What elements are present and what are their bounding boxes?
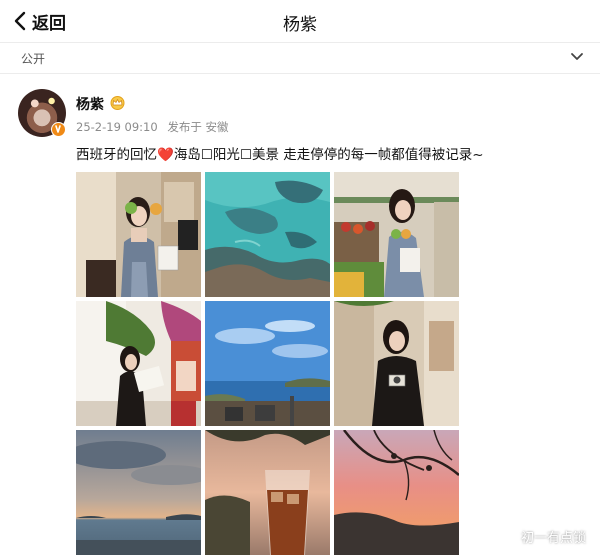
woman-with-camera-photo[interactable] bbox=[334, 301, 459, 426]
divider bbox=[0, 73, 600, 74]
caption-text: 西班牙的回忆 bbox=[76, 147, 157, 163]
post-timestamp: 25-2-19 09:10 bbox=[76, 120, 158, 134]
woman-holding-fruit-photo[interactable] bbox=[76, 172, 201, 297]
crown-icon bbox=[110, 96, 125, 110]
photo-grid bbox=[76, 172, 459, 555]
chevron-down-icon[interactable] bbox=[570, 52, 584, 62]
coastline-blue-sky-photo[interactable] bbox=[205, 301, 330, 426]
turquoise-sea-rocks-photo[interactable] bbox=[205, 172, 330, 297]
post-meta: 25-2-19 09:10 发布于 安徽 bbox=[76, 119, 229, 135]
iced-drink-photo[interactable] bbox=[205, 430, 330, 555]
top-navigation-bar: 返回 杨紫 bbox=[0, 0, 600, 42]
page-title: 杨紫 bbox=[283, 15, 317, 35]
heart-emoji: ❤️ bbox=[157, 147, 174, 163]
woman-reading-menu-photo[interactable] bbox=[76, 301, 201, 426]
visibility-label: 公开 bbox=[21, 52, 46, 66]
verified-badge-icon bbox=[51, 122, 66, 137]
woman-at-fruit-stand-photo[interactable] bbox=[334, 172, 459, 297]
watermark-text: 初一有点锁 bbox=[520, 531, 586, 546]
post-source: 发布于 安徽 bbox=[167, 120, 229, 134]
logo-icon bbox=[501, 528, 517, 545]
visibility-row[interactable]: 公开 bbox=[0, 43, 600, 73]
sunset-over-sea-photo[interactable] bbox=[76, 430, 201, 555]
post-caption: 西班牙的回忆❤️海岛☐阳光☐美景 走走停停的每一帧都值得被记录~ bbox=[76, 143, 484, 163]
author-name[interactable]: 杨紫 bbox=[76, 94, 104, 114]
caption-text: 海岛☐阳光☐美景 走走停停的每一帧都值得被记录~ bbox=[173, 147, 484, 163]
watermark: 初一有点锁 bbox=[501, 527, 586, 546]
sunset-through-branches-photo[interactable] bbox=[334, 430, 459, 555]
